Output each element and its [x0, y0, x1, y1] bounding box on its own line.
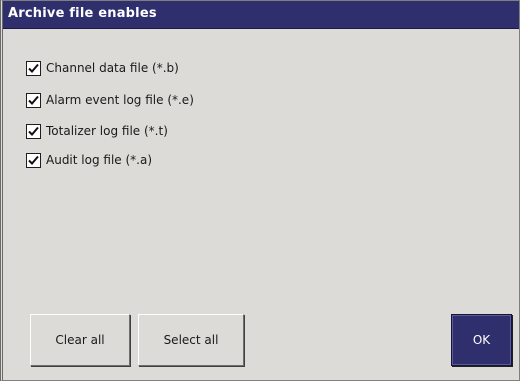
option-label: Channel data file (*.b): [46, 61, 179, 75]
checkmark-icon: [28, 63, 39, 73]
title-bar: Archive file enables: [3, 1, 519, 29]
dialog-title: Archive file enables: [8, 6, 157, 21]
archive-file-enables-dialog: Archive file enables Channel data file (…: [0, 0, 520, 381]
option-audit-log-file[interactable]: Audit log file (*.a): [26, 151, 152, 169]
checkmark-icon: [28, 155, 39, 165]
option-alarm-event-log-file[interactable]: Alarm event log file (*.e): [26, 91, 194, 109]
option-label: Alarm event log file (*.e): [46, 93, 194, 107]
checkmark-icon: [28, 95, 39, 105]
option-label: Audit log file (*.a): [46, 153, 153, 167]
checkbox-alarm-event-log-file[interactable]: [26, 92, 41, 108]
checkbox-totalizer-log-file[interactable]: [26, 123, 41, 139]
option-totalizer-log-file[interactable]: Totalizer log file (*.t): [26, 122, 168, 140]
select-all-button[interactable]: Select all: [138, 314, 244, 366]
checkbox-channel-data-file[interactable]: [26, 60, 41, 76]
checkbox-audit-log-file[interactable]: [26, 152, 41, 168]
clear-all-button[interactable]: Clear all: [30, 314, 130, 366]
option-channel-data-file[interactable]: Channel data file (*.b): [26, 59, 179, 77]
ok-button[interactable]: OK: [451, 314, 512, 366]
checkmark-icon: [28, 126, 39, 136]
option-label: Totalizer log file (*.t): [46, 124, 168, 138]
